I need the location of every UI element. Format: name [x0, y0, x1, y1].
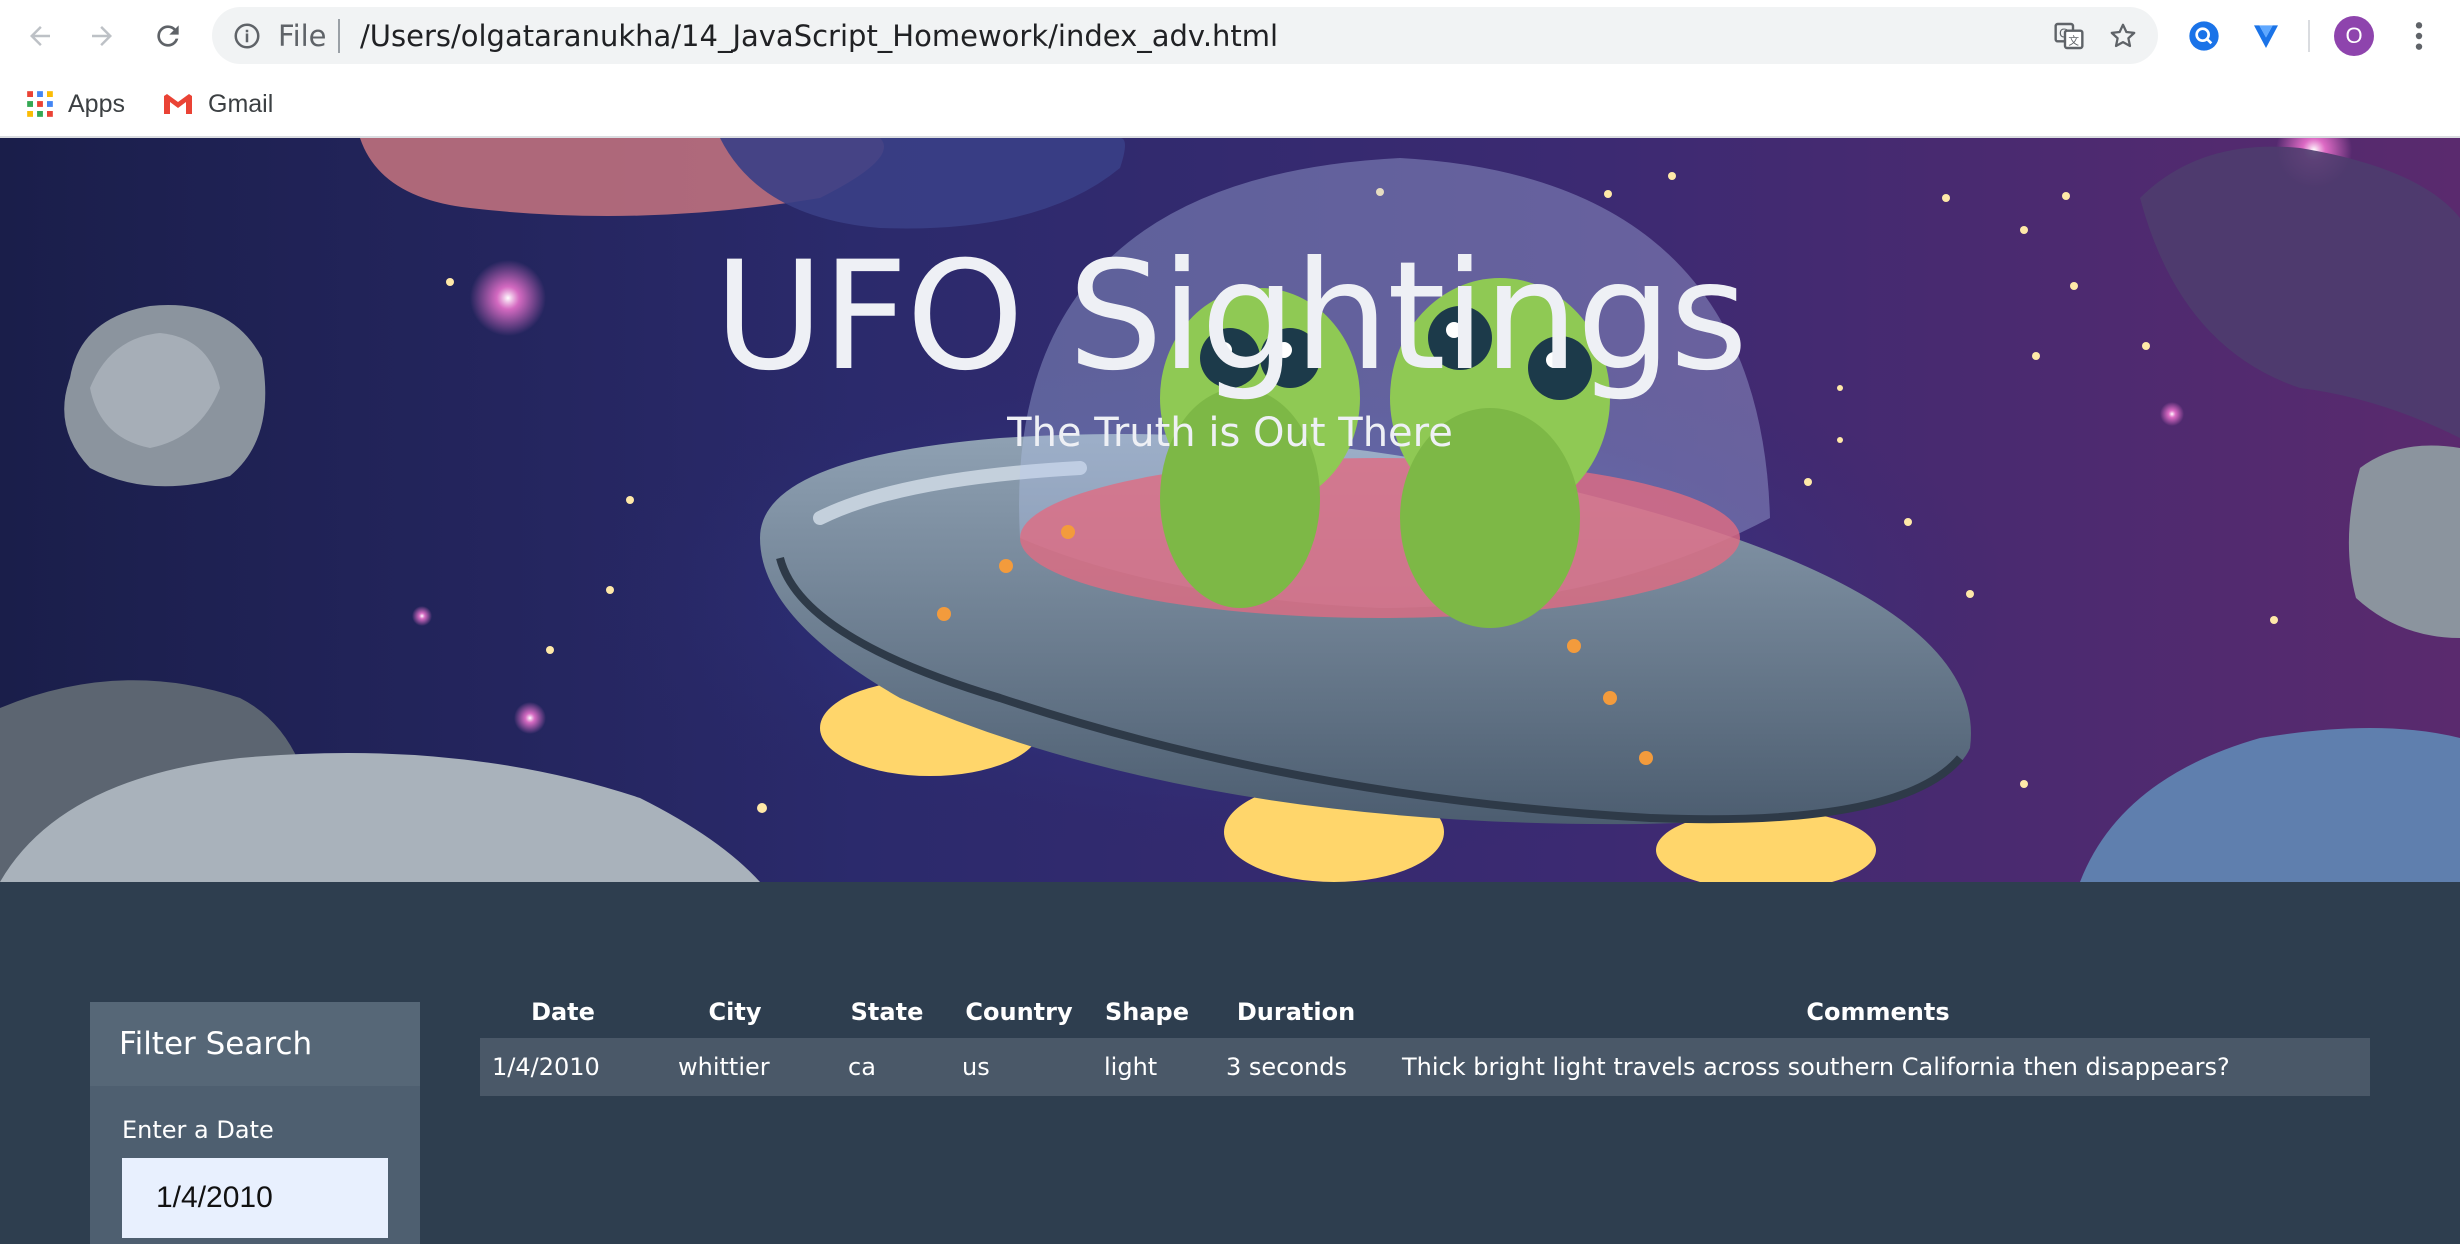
- cell-state: ca: [824, 1038, 950, 1096]
- date-input[interactable]: [122, 1158, 388, 1238]
- bookmark-apps-label: Apps: [68, 89, 125, 118]
- filter-panel: Filter Search Enter a Date: [90, 1002, 420, 1244]
- profile-avatar[interactable]: O: [2334, 16, 2374, 56]
- column-header-comments: Comments: [1806, 998, 1950, 1026]
- cell-comments: Thick bright light travels across southe…: [1386, 1038, 2370, 1096]
- date-label: Enter a Date: [122, 1116, 274, 1144]
- filter-title: Filter Search: [119, 1026, 313, 1062]
- apps-grid-icon: [27, 91, 53, 117]
- cell-city: whittier: [646, 1038, 824, 1096]
- page-subtitle: The Truth is Out There: [1007, 410, 1453, 456]
- bookmark-gmail[interactable]: Gmail: [162, 84, 273, 124]
- hero-banner: UFO Sightings The Truth is Out There: [0, 138, 2460, 882]
- cell-shape: light: [1088, 1038, 1206, 1096]
- toolbar-separator: [2308, 20, 2310, 52]
- column-header-shape: Shape: [1104, 998, 1190, 1026]
- reload-icon: [157, 25, 179, 47]
- forward-arrow-icon: [92, 26, 112, 46]
- translate-button[interactable]: G文: [2052, 19, 2086, 53]
- column-header-country: Country: [965, 998, 1073, 1026]
- reload-button[interactable]: [148, 16, 188, 56]
- address-separator: [338, 19, 340, 53]
- page-title: UFO Sightings: [714, 230, 1748, 404]
- info-icon[interactable]: [232, 21, 262, 51]
- table-header-row: Date City State Country Shape Duration C…: [480, 986, 2370, 1038]
- svg-text:文: 文: [2068, 35, 2079, 48]
- scheme-label: File: [278, 19, 327, 53]
- search-extension-icon: [2189, 21, 2219, 51]
- bookmark-apps[interactable]: Apps: [26, 84, 125, 124]
- gmail-icon: [164, 94, 192, 114]
- bookmark-gmail-label: Gmail: [208, 89, 274, 118]
- vpn-extension-icon: [2254, 25, 2278, 48]
- cell-date: 1/4/2010: [480, 1038, 646, 1096]
- browser-toolbar: File /Users/olgataranukha/14_JavaScript_…: [0, 0, 2460, 72]
- browser-menu-button[interactable]: [2404, 16, 2434, 56]
- filter-panel-header: Filter Search: [90, 1002, 420, 1086]
- table-row: 1/4/2010 whittier ca us light 3 seconds …: [480, 1038, 2370, 1096]
- extension-search[interactable]: [2184, 16, 2224, 56]
- column-header-duration: Duration: [1236, 998, 1356, 1026]
- back-arrow-icon: [30, 26, 50, 46]
- ufo-table: Date City State Country Shape Duration C…: [480, 986, 2370, 1096]
- column-header-state: State: [850, 998, 924, 1026]
- address-bar[interactable]: File /Users/olgataranukha/14_JavaScript_…: [212, 7, 2158, 64]
- star-icon: [2110, 23, 2136, 48]
- forward-button[interactable]: [82, 16, 122, 56]
- bookmark-star-button[interactable]: [2106, 19, 2140, 53]
- column-header-city: City: [708, 998, 762, 1026]
- bookmarks-bar: Apps Gmail: [0, 72, 2460, 138]
- column-header-date: Date: [531, 998, 595, 1026]
- url-text[interactable]: /Users/olgataranukha/14_JavaScript_Homew…: [360, 19, 1278, 53]
- extension-shield[interactable]: [2246, 16, 2286, 56]
- back-button[interactable]: [20, 16, 60, 56]
- cell-duration: 3 seconds: [1206, 1038, 1386, 1096]
- kebab-menu-icon: [2415, 22, 2423, 50]
- cell-country: us: [950, 1038, 1088, 1096]
- translate-icon: G文: [2054, 22, 2084, 50]
